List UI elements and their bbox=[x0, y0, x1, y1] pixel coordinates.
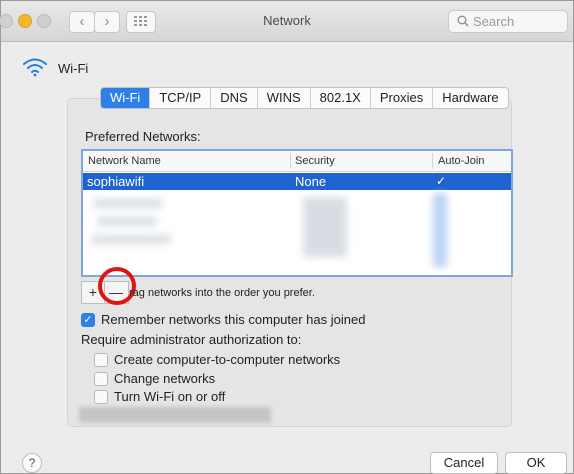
tab-dns[interactable]: DNS bbox=[210, 88, 256, 108]
search-icon bbox=[457, 15, 469, 27]
tab-proxies[interactable]: Proxies bbox=[369, 88, 432, 108]
redacted-security bbox=[303, 197, 347, 257]
create-networks-label: Create computer-to-computer networks bbox=[114, 352, 341, 367]
network-name-cell: sophiawifi bbox=[87, 174, 145, 189]
remember-networks-option[interactable]: ✓ Remember networks this computer has jo… bbox=[81, 312, 365, 327]
column-divider bbox=[432, 153, 433, 169]
help-button[interactable]: ? bbox=[22, 453, 42, 473]
create-networks-option[interactable]: Create computer-to-computer networks bbox=[94, 352, 340, 367]
redacted-network-name bbox=[93, 199, 163, 208]
create-networks-checkbox[interactable] bbox=[94, 352, 108, 367]
redacted-network-name bbox=[91, 235, 171, 244]
change-networks-checkbox[interactable] bbox=[94, 371, 108, 386]
redacted-auto-join bbox=[433, 193, 447, 267]
checkmark-icon: ✓ bbox=[436, 174, 447, 188]
preferred-networks-label: Preferred Networks: bbox=[85, 129, 201, 144]
remember-networks-label: Remember networks this computer has join… bbox=[101, 312, 366, 327]
column-security[interactable]: Security bbox=[295, 155, 335, 167]
preferred-networks-table[interactable]: Network Name Security Auto-Join sophiawi… bbox=[81, 149, 513, 277]
redacted-network-name bbox=[97, 217, 157, 226]
tab-wins[interactable]: WINS bbox=[256, 88, 310, 108]
require-admin-label: Require administrator authorization to: bbox=[81, 332, 302, 347]
table-row[interactable]: sophiawifi None ✓ bbox=[83, 173, 511, 190]
search-box[interactable] bbox=[448, 10, 568, 33]
tab-wifi[interactable]: Wi-Fi bbox=[101, 88, 150, 108]
cancel-button[interactable]: Cancel bbox=[430, 452, 498, 474]
wifi-icon bbox=[23, 58, 47, 77]
redacted-text bbox=[79, 407, 271, 423]
column-auto-join[interactable]: Auto-Join bbox=[438, 155, 484, 167]
tab-hardware[interactable]: Hardware bbox=[432, 88, 507, 108]
interface-label: Wi-Fi bbox=[58, 61, 89, 76]
drag-hint-text: rag networks into the order you prefer. bbox=[129, 287, 315, 299]
search-input[interactable] bbox=[473, 13, 561, 29]
remember-networks-checkbox[interactable]: ✓ bbox=[81, 312, 95, 327]
title-bar: ‹ › Network bbox=[0, 1, 573, 42]
tab-bar: Wi-Fi TCP/IP DNS WINS 802.1X Proxies Har… bbox=[100, 87, 509, 109]
checkmark-icon: ✓ bbox=[83, 313, 93, 326]
tab-8021x[interactable]: 802.1X bbox=[309, 88, 370, 108]
network-window: ‹ › Network Wi-Fi bbox=[0, 0, 574, 474]
change-networks-label: Change networks bbox=[114, 371, 216, 386]
highlight-annotation bbox=[98, 267, 136, 305]
column-divider bbox=[290, 153, 291, 169]
auto-join-checkbox[interactable]: ✓ bbox=[436, 175, 449, 187]
change-networks-option[interactable]: Change networks bbox=[94, 371, 215, 386]
table-header: Network Name Security Auto-Join bbox=[83, 151, 511, 172]
toggle-wifi-option[interactable]: Turn Wi-Fi on or off bbox=[94, 389, 225, 404]
column-network-name[interactable]: Network Name bbox=[88, 155, 161, 167]
ok-button[interactable]: OK bbox=[505, 452, 567, 474]
security-cell: None bbox=[295, 174, 327, 189]
tab-tcpip[interactable]: TCP/IP bbox=[149, 88, 210, 108]
toggle-wifi-label: Turn Wi-Fi on or off bbox=[114, 389, 226, 404]
toggle-wifi-checkbox[interactable] bbox=[94, 389, 108, 404]
